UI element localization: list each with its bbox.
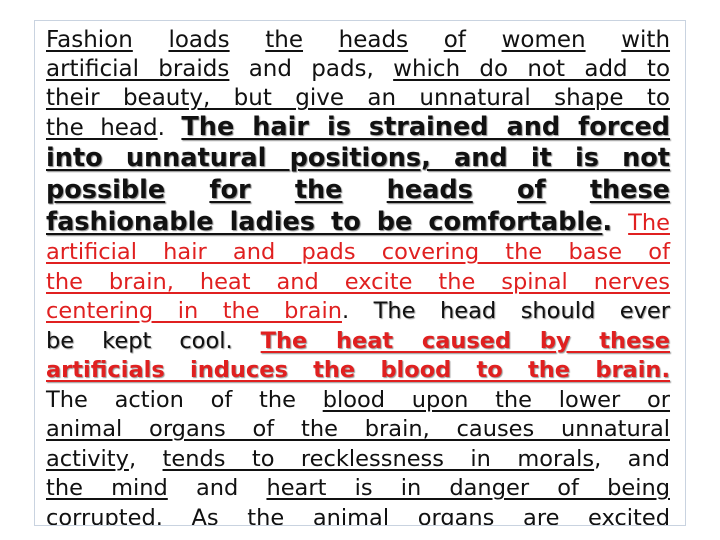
text-line-14: animal organs of the brain, causes unnat… — [46, 415, 670, 445]
text-line-10: centering in the brain. The head should … — [46, 297, 670, 327]
text-run: artificial hair and pads covering the ba… — [46, 239, 670, 265]
text-run: The heat caused by these — [260, 327, 670, 354]
text-run: be kept cool. — [46, 327, 233, 354]
text-run: the brain, heat and excite the spinal ne… — [46, 268, 670, 295]
text-line-12: artificials induces the blood to the bra… — [46, 356, 670, 386]
text-run: tends to recklessness in morals — [162, 445, 595, 472]
text-line-16: the mind and heart is in danger of being — [46, 474, 670, 504]
text-run: artificials induces the blood to the bra… — [46, 357, 670, 383]
text-run: animal organs of the brain, causes unnat… — [46, 416, 670, 442]
text-line-13: The action of the blood upon the lower o… — [46, 386, 670, 416]
text-line-5: into unnatural positions, and it is not — [46, 142, 670, 174]
text-run: the mind — [46, 475, 168, 501]
text-line-15: activity, tends to recklessness in moral… — [46, 445, 670, 475]
text-run: the head — [46, 115, 158, 141]
text-run: . — [341, 298, 350, 324]
text-run: the — [294, 175, 343, 205]
text-line-3: their beauty, but give an unnatural shap… — [46, 84, 670, 113]
text-run: loads — [168, 27, 230, 53]
text-run: possible — [46, 175, 166, 205]
text-line-4: the head. The hair is strained and force… — [46, 113, 670, 142]
text-run: their beauty, but give an unnatural shap… — [46, 85, 670, 111]
text-run: The hair is strained and forced — [181, 112, 671, 142]
text-run: . — [157, 115, 165, 141]
text-run: , — [594, 445, 602, 472]
text-run: heart is in danger of being — [266, 475, 670, 501]
text-line-7: fashionable ladies to be comfortable. Th… — [46, 206, 670, 238]
text-run: these — [589, 175, 670, 205]
text-run: which do not add to — [393, 56, 671, 82]
text-run: . — [602, 207, 613, 237]
text-run: , — [128, 445, 137, 472]
text-run: The action of the — [46, 386, 296, 413]
text-run: . — [155, 504, 163, 526]
text-line-8: artificial hair and pads covering the ba… — [46, 238, 670, 268]
text-line-17: corrupted. As the animal organs are exci… — [46, 504, 670, 526]
text-run: artificial braids — [46, 56, 230, 82]
text-run: the — [265, 27, 304, 53]
slide-body-text: Fashion loads the heads of women with ar… — [46, 26, 670, 526]
slide-page: Fashion loads the heads of women with ar… — [34, 20, 686, 526]
text-line-2: artificial braids and pads, which do not… — [46, 55, 670, 84]
text-run: into unnatural positions, and it is not — [46, 143, 670, 173]
text-run: The head should ever — [373, 298, 670, 324]
text-run: with — [621, 27, 671, 53]
text-line-9: the brain, heat and excite the spinal ne… — [46, 268, 670, 298]
text-run: activity — [46, 445, 129, 472]
text-run: fashionable ladies to be comfortable — [46, 207, 603, 237]
text-line-6: possible for the heads of these — [46, 174, 670, 206]
text-run: of — [516, 175, 546, 205]
text-run: As the animal organs are excited — [191, 504, 670, 526]
text-line-1: Fashion loads the heads of women with — [46, 26, 670, 55]
text-run: heads — [386, 175, 473, 205]
text-run: of — [443, 27, 466, 53]
text-run: corrupted — [46, 504, 156, 526]
text-line-11: be kept cool. The heat caused by these — [46, 327, 670, 357]
text-run: The — [628, 210, 670, 236]
text-run: Fashion — [46, 27, 133, 53]
text-run: centering in the brain — [46, 298, 342, 324]
text-run: and — [627, 445, 671, 472]
text-run: and pads, — [248, 56, 374, 82]
text-run: women — [501, 27, 586, 53]
text-run: and — [195, 475, 239, 501]
text-run: for — [209, 175, 251, 205]
text-run: blood upon the lower or — [322, 386, 671, 413]
text-run: heads — [338, 27, 409, 53]
